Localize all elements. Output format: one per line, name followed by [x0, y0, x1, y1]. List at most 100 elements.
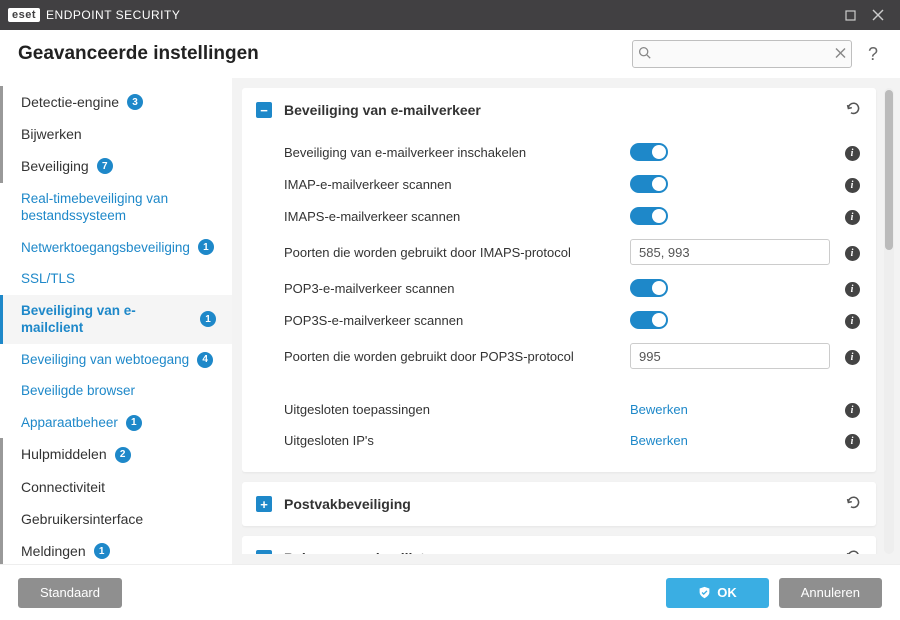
setting-control: [630, 143, 830, 161]
revert-icon: [845, 548, 862, 554]
sidebar-badge: 1: [200, 311, 216, 327]
default-button[interactable]: Standaard: [18, 578, 122, 608]
search-icon: [638, 46, 651, 62]
setting-label: Uitgesloten toepassingen: [284, 402, 618, 417]
setting-control: [630, 175, 830, 193]
port-input[interactable]: [630, 239, 830, 265]
panel-header[interactable]: +Postvakbeveiliging: [242, 482, 876, 526]
sidebar-badge: 1: [126, 415, 142, 431]
sidebar-item-1[interactable]: Bijwerken: [0, 118, 232, 150]
sidebar-item-11[interactable]: Connectiviteit: [0, 471, 232, 503]
setting-row: IMAP-e-mailverkeer scannen i: [284, 168, 862, 200]
panel-title: Beheer van adreslijsten: [284, 550, 833, 554]
panel-1: +Postvakbeveiliging: [242, 482, 876, 526]
info-wrap: i: [842, 144, 862, 161]
info-wrap: i: [842, 208, 862, 225]
toggle-switch[interactable]: [630, 207, 668, 225]
help-button[interactable]: ?: [864, 44, 882, 65]
sidebar-item-13[interactable]: Meldingen1: [0, 535, 232, 564]
sidebar-item-4[interactable]: Netwerktoegangsbeveiliging 1: [0, 232, 232, 264]
panel-0: −Beveiliging van e-mailverkeerBeveiligin…: [242, 88, 876, 472]
sidebar-item-12[interactable]: Gebruikersinterface: [0, 503, 232, 535]
sidebar-item-9[interactable]: Apparaatbeheer 1: [0, 407, 232, 439]
info-icon[interactable]: i: [845, 314, 860, 329]
shield-icon: [698, 586, 711, 599]
setting-row: Uitgesloten toepassingen Bewerken i: [284, 394, 862, 425]
setting-label: IMAPS-e-mailverkeer scannen: [284, 209, 618, 224]
sidebar-badge: 1: [198, 239, 214, 255]
sidebar-item-label: Detectie-engine: [21, 93, 119, 111]
sidebar-item-label: Hulpmiddelen: [21, 445, 107, 463]
setting-control: Bewerken: [630, 433, 830, 448]
sidebar-item-8[interactable]: Beveiligde browser: [0, 375, 232, 407]
x-icon: [835, 48, 846, 59]
revert-button[interactable]: [845, 100, 862, 120]
setting-label: POP3S-e-mailverkeer scannen: [284, 313, 618, 328]
panel-header[interactable]: +Beheer van adreslijsten: [242, 536, 876, 554]
info-icon[interactable]: i: [845, 210, 860, 225]
sidebar-item-label: Beveiliging: [21, 157, 89, 175]
setting-label: IMAP-e-mailverkeer scannen: [284, 177, 618, 192]
toggle-switch[interactable]: [630, 143, 668, 161]
sidebar-item-label: Beveiligde browser: [21, 382, 135, 400]
info-wrap: i: [842, 176, 862, 193]
info-wrap: i: [842, 432, 862, 449]
setting-row: Poorten die worden gebruikt door IMAPS-p…: [284, 232, 862, 272]
panel-body: Beveiliging van e-mailverkeer inschakele…: [242, 132, 876, 472]
setting-control: [630, 343, 830, 369]
toggle-switch[interactable]: [630, 279, 668, 297]
window-maximize-button[interactable]: [836, 1, 864, 29]
sidebar-item-0[interactable]: Detectie-engine 3: [0, 86, 232, 118]
revert-button[interactable]: [845, 548, 862, 554]
setting-label: Beveiliging van e-mailverkeer inschakele…: [284, 145, 618, 160]
info-wrap: i: [842, 244, 862, 261]
product-name: ENDPOINT SECURITY: [46, 8, 180, 22]
info-wrap: i: [842, 312, 862, 329]
info-icon[interactable]: i: [845, 434, 860, 449]
setting-control: [630, 207, 830, 225]
info-icon[interactable]: i: [845, 246, 860, 261]
info-icon[interactable]: i: [845, 403, 860, 418]
info-icon[interactable]: i: [845, 282, 860, 297]
sidebar-item-3[interactable]: Real-timebeveiliging van bestandssysteem: [0, 183, 232, 232]
panel-title: Beveiliging van e-mailverkeer: [284, 102, 833, 118]
scrollbar[interactable]: [884, 88, 894, 554]
sidebar-item-10[interactable]: Hulpmiddelen2: [0, 438, 232, 470]
info-icon[interactable]: i: [845, 178, 860, 193]
maximize-icon: [845, 10, 856, 21]
revert-icon: [845, 100, 862, 117]
search-clear-button[interactable]: [835, 47, 846, 62]
panel-title: Postvakbeveiliging: [284, 496, 833, 512]
info-icon[interactable]: i: [845, 146, 860, 161]
search-wrap: [632, 40, 852, 68]
main-content: −Beveiliging van e-mailverkeerBeveiligin…: [232, 78, 900, 564]
cancel-button[interactable]: Annuleren: [779, 578, 882, 608]
panel-header[interactable]: −Beveiliging van e-mailverkeer: [242, 88, 876, 132]
toggle-switch[interactable]: [630, 311, 668, 329]
search-input[interactable]: [632, 40, 852, 68]
setting-row: Uitgesloten IP'sBewerkeni: [284, 425, 862, 456]
setting-control: Bewerken: [630, 402, 830, 417]
revert-button[interactable]: [845, 494, 862, 514]
sidebar-item-5[interactable]: SSL/TLS: [0, 263, 232, 295]
sidebar-item-2[interactable]: Beveiliging7: [0, 150, 232, 182]
sidebar-badge: 1: [94, 543, 110, 559]
setting-row: Beveiliging van e-mailverkeer inschakele…: [284, 136, 862, 168]
edit-link[interactable]: Bewerken: [630, 402, 688, 417]
info-icon[interactable]: i: [845, 350, 860, 365]
sidebar-item-label: Apparaatbeheer: [21, 414, 118, 432]
port-input[interactable]: [630, 343, 830, 369]
ok-button[interactable]: OK: [666, 578, 769, 608]
window-close-button[interactable]: [864, 1, 892, 29]
revert-icon: [845, 494, 862, 511]
toggle-switch[interactable]: [630, 175, 668, 193]
sidebar-item-label: Netwerktoegangsbeveiliging: [21, 239, 190, 257]
sidebar-item-7[interactable]: Beveiliging van webtoegang4: [0, 344, 232, 376]
sidebar-item-6[interactable]: Beveiliging van e-mailclient1: [0, 295, 232, 344]
sidebar-badge: 3: [127, 94, 143, 110]
setting-control: [630, 311, 830, 329]
sidebar-item-label: Gebruikersinterface: [21, 510, 143, 528]
edit-link[interactable]: Bewerken: [630, 433, 688, 448]
titlebar: eset ENDPOINT SECURITY: [0, 0, 900, 30]
scrollbar-thumb[interactable]: [885, 90, 893, 250]
